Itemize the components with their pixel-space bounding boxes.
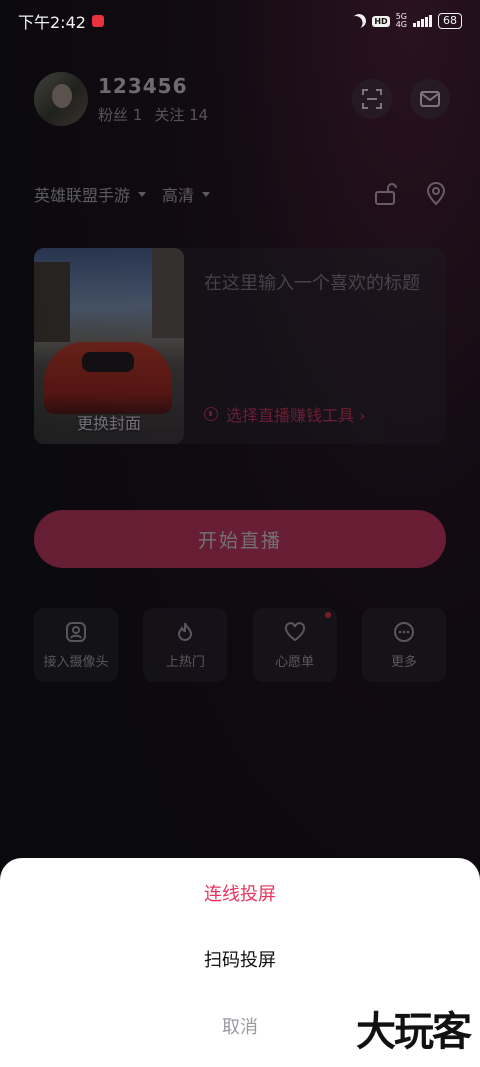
cover-image[interactable]: 更换封面 bbox=[34, 248, 184, 444]
home-indicator[interactable] bbox=[152, 1054, 328, 1058]
fans-count: 1 bbox=[132, 105, 143, 124]
scan-icon bbox=[362, 89, 382, 109]
chevron-down-icon bbox=[138, 191, 147, 197]
location-icon[interactable] bbox=[426, 182, 446, 206]
camera-icon bbox=[66, 621, 86, 642]
tool-hot-label: 上热门 bbox=[165, 654, 205, 670]
scan-button[interactable] bbox=[352, 79, 392, 119]
flame-icon bbox=[178, 622, 193, 641]
watermark-logo: 大玩客 bbox=[356, 1008, 472, 1055]
fans-stat[interactable]: 粉丝 1 bbox=[98, 104, 142, 125]
more-icon bbox=[393, 621, 414, 642]
chevron-down-icon bbox=[202, 191, 211, 197]
title-input[interactable]: 在这里输入一个喜欢的标题 bbox=[204, 270, 426, 297]
link-cast-option[interactable]: 连线投屏 bbox=[0, 880, 480, 906]
quality-dropdown[interactable]: 高清 bbox=[162, 182, 211, 206]
unlock-icon[interactable] bbox=[374, 183, 398, 205]
mail-icon bbox=[420, 91, 440, 107]
tool-wishlist-label: 心愿单 bbox=[275, 654, 315, 670]
game-category-dropdown[interactable]: 英雄联盟手游 bbox=[34, 182, 147, 206]
tool-wishlist[interactable]: 心愿单 bbox=[252, 608, 337, 682]
username: 123456 bbox=[98, 73, 188, 98]
live-info-card: 更换封面 在这里输入一个喜欢的标题 选择直播赚钱工具 › bbox=[34, 248, 446, 444]
avatar[interactable] bbox=[34, 72, 88, 126]
earn-tool-link[interactable]: 选择直播赚钱工具 › bbox=[204, 402, 366, 426]
game-category-label: 英雄联盟手游 bbox=[34, 186, 131, 205]
tool-more-label: 更多 bbox=[390, 654, 417, 670]
scan-cast-option[interactable]: 扫码投屏 bbox=[0, 946, 480, 972]
tool-hot[interactable]: 上热门 bbox=[143, 608, 228, 682]
category-row: 英雄联盟手游 高清 bbox=[34, 182, 446, 206]
following-count: 14 bbox=[189, 105, 209, 124]
profile-header: 123456 粉丝 1 关注 14 bbox=[34, 70, 450, 128]
following-stat[interactable]: 关注 14 bbox=[154, 104, 208, 125]
tool-camera[interactable]: 接入摄像头 bbox=[34, 608, 118, 682]
screen: 下午2:42 HD 5G 4G 68 123456 粉丝 1 关注 14 英雄联… bbox=[0, 0, 480, 1067]
quality-label: 高清 bbox=[162, 186, 195, 205]
heart-icon bbox=[284, 621, 305, 641]
notification-dot bbox=[324, 612, 331, 618]
tool-more[interactable]: 更多 bbox=[361, 608, 446, 682]
fans-label: 粉丝 bbox=[98, 105, 129, 124]
coin-icon bbox=[204, 407, 218, 421]
following-label: 关注 bbox=[154, 105, 185, 124]
start-live-button[interactable]: 开始直播 bbox=[34, 510, 446, 568]
car-illustration bbox=[44, 342, 172, 414]
change-cover-label: 更换封面 bbox=[76, 414, 141, 433]
tool-grid: 接入摄像头 上热门 心愿单 更多 bbox=[34, 608, 446, 682]
tool-camera-label: 接入摄像头 bbox=[43, 654, 109, 670]
cast-action-sheet: 连线投屏 扫码投屏 取消 大玩客 bbox=[0, 858, 480, 1067]
earn-tool-label: 选择直播赚钱工具 › bbox=[226, 406, 366, 425]
message-button[interactable] bbox=[410, 79, 450, 119]
